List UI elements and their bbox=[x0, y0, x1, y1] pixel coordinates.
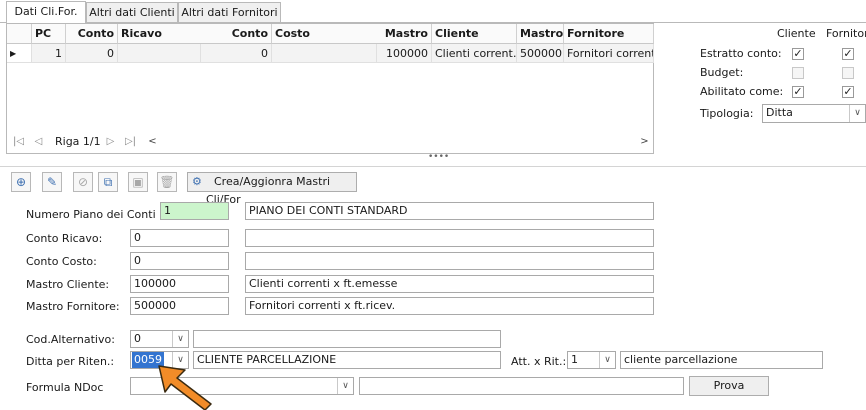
cancel-icon[interactable]: ⊘ bbox=[73, 172, 93, 192]
prova-button[interactable]: Prova bbox=[689, 376, 769, 396]
add-icon[interactable]: ⊕ bbox=[11, 172, 31, 192]
grid-header-mastro-fornitore[interactable]: Mastro bbox=[517, 24, 564, 44]
budget-fornitore-checkbox[interactable] bbox=[842, 67, 854, 79]
options-header-fornitore: Fornitore bbox=[826, 27, 866, 40]
tipologia-value: Ditta bbox=[766, 106, 793, 119]
previous-record-icon[interactable]: ◁ bbox=[31, 134, 46, 150]
estratto-conto-label: Estratto conto: bbox=[700, 47, 782, 60]
piano-conti-description[interactable]: PIANO DEI CONTI STANDARD bbox=[245, 202, 654, 220]
mastro-fornitore-input[interactable]: 500000 bbox=[130, 297, 229, 315]
grid-header-conto-costo[interactable]: Conto bbox=[201, 24, 272, 44]
copy-icon[interactable]: ⧉ bbox=[98, 172, 118, 192]
att-rit-description[interactable]: cliente parcellazione bbox=[620, 351, 823, 369]
budget-label: Budget: bbox=[700, 66, 744, 79]
grid-separator bbox=[0, 166, 866, 167]
scroll-right-icon[interactable]: > bbox=[637, 134, 652, 150]
next-record-icon[interactable]: ▷ bbox=[103, 134, 118, 150]
save-icon[interactable]: ▣ bbox=[128, 172, 148, 192]
mastro-cliente-description[interactable]: Clienti correnti x ft.emesse bbox=[245, 275, 654, 293]
att-rit-value: 1 bbox=[571, 353, 578, 366]
accounts-grid[interactable]: PC Conto Ricavo Conto Costo Mastro Clien… bbox=[6, 23, 654, 154]
conto-ricavo-label: Conto Ricavo: bbox=[26, 232, 103, 245]
table-cell-pc[interactable]: 1 bbox=[32, 44, 66, 63]
cod-alternativo-label: Cod.Alternativo: bbox=[26, 333, 115, 346]
budget-cliente-checkbox[interactable] bbox=[792, 67, 804, 79]
tab-altri-dati-clienti[interactable]: Altri dati Clienti bbox=[86, 2, 178, 22]
conto-costo-description[interactable] bbox=[245, 252, 654, 270]
tipologia-label: Tipologia: bbox=[700, 107, 754, 120]
delete-icon[interactable]: 🗑 bbox=[157, 172, 177, 192]
splitter-handle[interactable]: •••• bbox=[428, 152, 449, 162]
cod-alternativo-select[interactable]: 0 ∨ bbox=[130, 330, 189, 348]
table-cell-costo[interactable] bbox=[272, 44, 377, 63]
att-rit-label: Att. x Rit.: bbox=[511, 355, 567, 368]
grid-header-pc[interactable]: PC bbox=[32, 24, 66, 44]
edit-icon[interactable]: ✎ bbox=[42, 172, 62, 192]
scroll-left-icon[interactable]: < bbox=[145, 134, 160, 150]
table-cell-ricavo[interactable] bbox=[118, 44, 201, 63]
grid-header-conto-ricavo[interactable]: Conto bbox=[66, 24, 118, 44]
piano-conti-label: Numero Piano dei Conti bbox=[26, 208, 156, 221]
cod-alternativo-description[interactable] bbox=[193, 330, 501, 348]
chevron-down-icon[interactable]: ∨ bbox=[849, 105, 865, 122]
estratto-conto-cliente-checkbox[interactable]: ✓ bbox=[792, 48, 804, 60]
mastro-cliente-label: Mastro Cliente: bbox=[26, 278, 110, 291]
cod-alternativo-value: 0 bbox=[134, 332, 141, 345]
mastro-cliente-input[interactable]: 100000 bbox=[130, 275, 229, 293]
abilitato-fornitore-checkbox[interactable]: ✓ bbox=[842, 86, 854, 98]
grid-header-fornitore[interactable]: Fornitore bbox=[564, 24, 654, 44]
last-record-icon[interactable]: ▷| bbox=[123, 134, 138, 150]
table-cell-mastro-fornitore[interactable]: 500000 bbox=[517, 44, 564, 63]
first-record-icon[interactable]: |◁ bbox=[11, 134, 26, 150]
grid-header-indicator bbox=[7, 24, 32, 44]
conto-ricavo-input[interactable]: 0 bbox=[130, 229, 229, 247]
mastro-fornitore-description[interactable]: Fornitori correnti x ft.ricev. bbox=[245, 297, 654, 315]
table-cell-cliente[interactable]: Clienti corrent… bbox=[432, 44, 517, 63]
formula-ndoc-description[interactable] bbox=[359, 377, 684, 395]
table-cell-conto-costo[interactable]: 0 bbox=[201, 44, 272, 63]
mastro-fornitore-label: Mastro Fornitore: bbox=[26, 300, 120, 313]
formula-ndoc-label: Formula NDoc bbox=[26, 381, 104, 394]
row-indicator-icon[interactable]: ▶ bbox=[7, 44, 32, 63]
crea-aggiorna-mastri-button[interactable]: ⚙ Crea/Aggionra Mastri Cli/For bbox=[187, 172, 357, 206]
chevron-down-icon[interactable]: ∨ bbox=[337, 378, 353, 394]
piano-conti-input[interactable]: 1 bbox=[160, 202, 229, 220]
grid-header-cliente[interactable]: Cliente bbox=[432, 24, 517, 44]
conto-costo-label: Conto Costo: bbox=[26, 255, 97, 268]
ditta-riten-label: Ditta per Riten.: bbox=[26, 355, 115, 368]
grid-header-mastro-cliente[interactable]: Mastro bbox=[377, 24, 432, 44]
conto-costo-input[interactable]: 0 bbox=[130, 252, 229, 270]
table-cell-fornitore[interactable]: Fornitori correnti x bbox=[564, 44, 654, 63]
options-header-cliente: Cliente bbox=[777, 27, 816, 40]
table-cell-conto-ricavo[interactable]: 0 bbox=[66, 44, 118, 63]
table-cell-mastro-cliente[interactable]: 100000 bbox=[377, 44, 432, 63]
abilitato-come-label: Abilitato come: bbox=[700, 85, 784, 98]
att-rit-select[interactable]: 1 ∨ bbox=[567, 351, 616, 369]
chevron-down-icon[interactable]: ∨ bbox=[599, 352, 615, 368]
estratto-conto-fornitore-checkbox[interactable]: ✓ bbox=[842, 48, 854, 60]
ditta-riten-description[interactable]: CLIENTE PARCELLAZIONE bbox=[193, 351, 501, 369]
chevron-down-icon[interactable]: ∨ bbox=[172, 331, 188, 347]
abilitato-cliente-checkbox[interactable]: ✓ bbox=[792, 86, 804, 98]
tab-altri-dati-fornitori[interactable]: Altri dati Fornitori bbox=[178, 2, 281, 22]
record-position-label: Riga 1/1 bbox=[55, 135, 101, 148]
grid-navigator: |◁ ◁ Riga 1/1 ▷ ▷| < > bbox=[7, 130, 653, 154]
gear-icon: ⚙ bbox=[192, 175, 202, 188]
annotation-arrow-icon bbox=[158, 365, 212, 410]
tab-dati-cli-for[interactable]: Dati Cli.For. bbox=[6, 1, 86, 23]
conto-ricavo-description[interactable] bbox=[245, 229, 654, 247]
tipologia-select[interactable]: Ditta ∨ bbox=[762, 104, 866, 123]
